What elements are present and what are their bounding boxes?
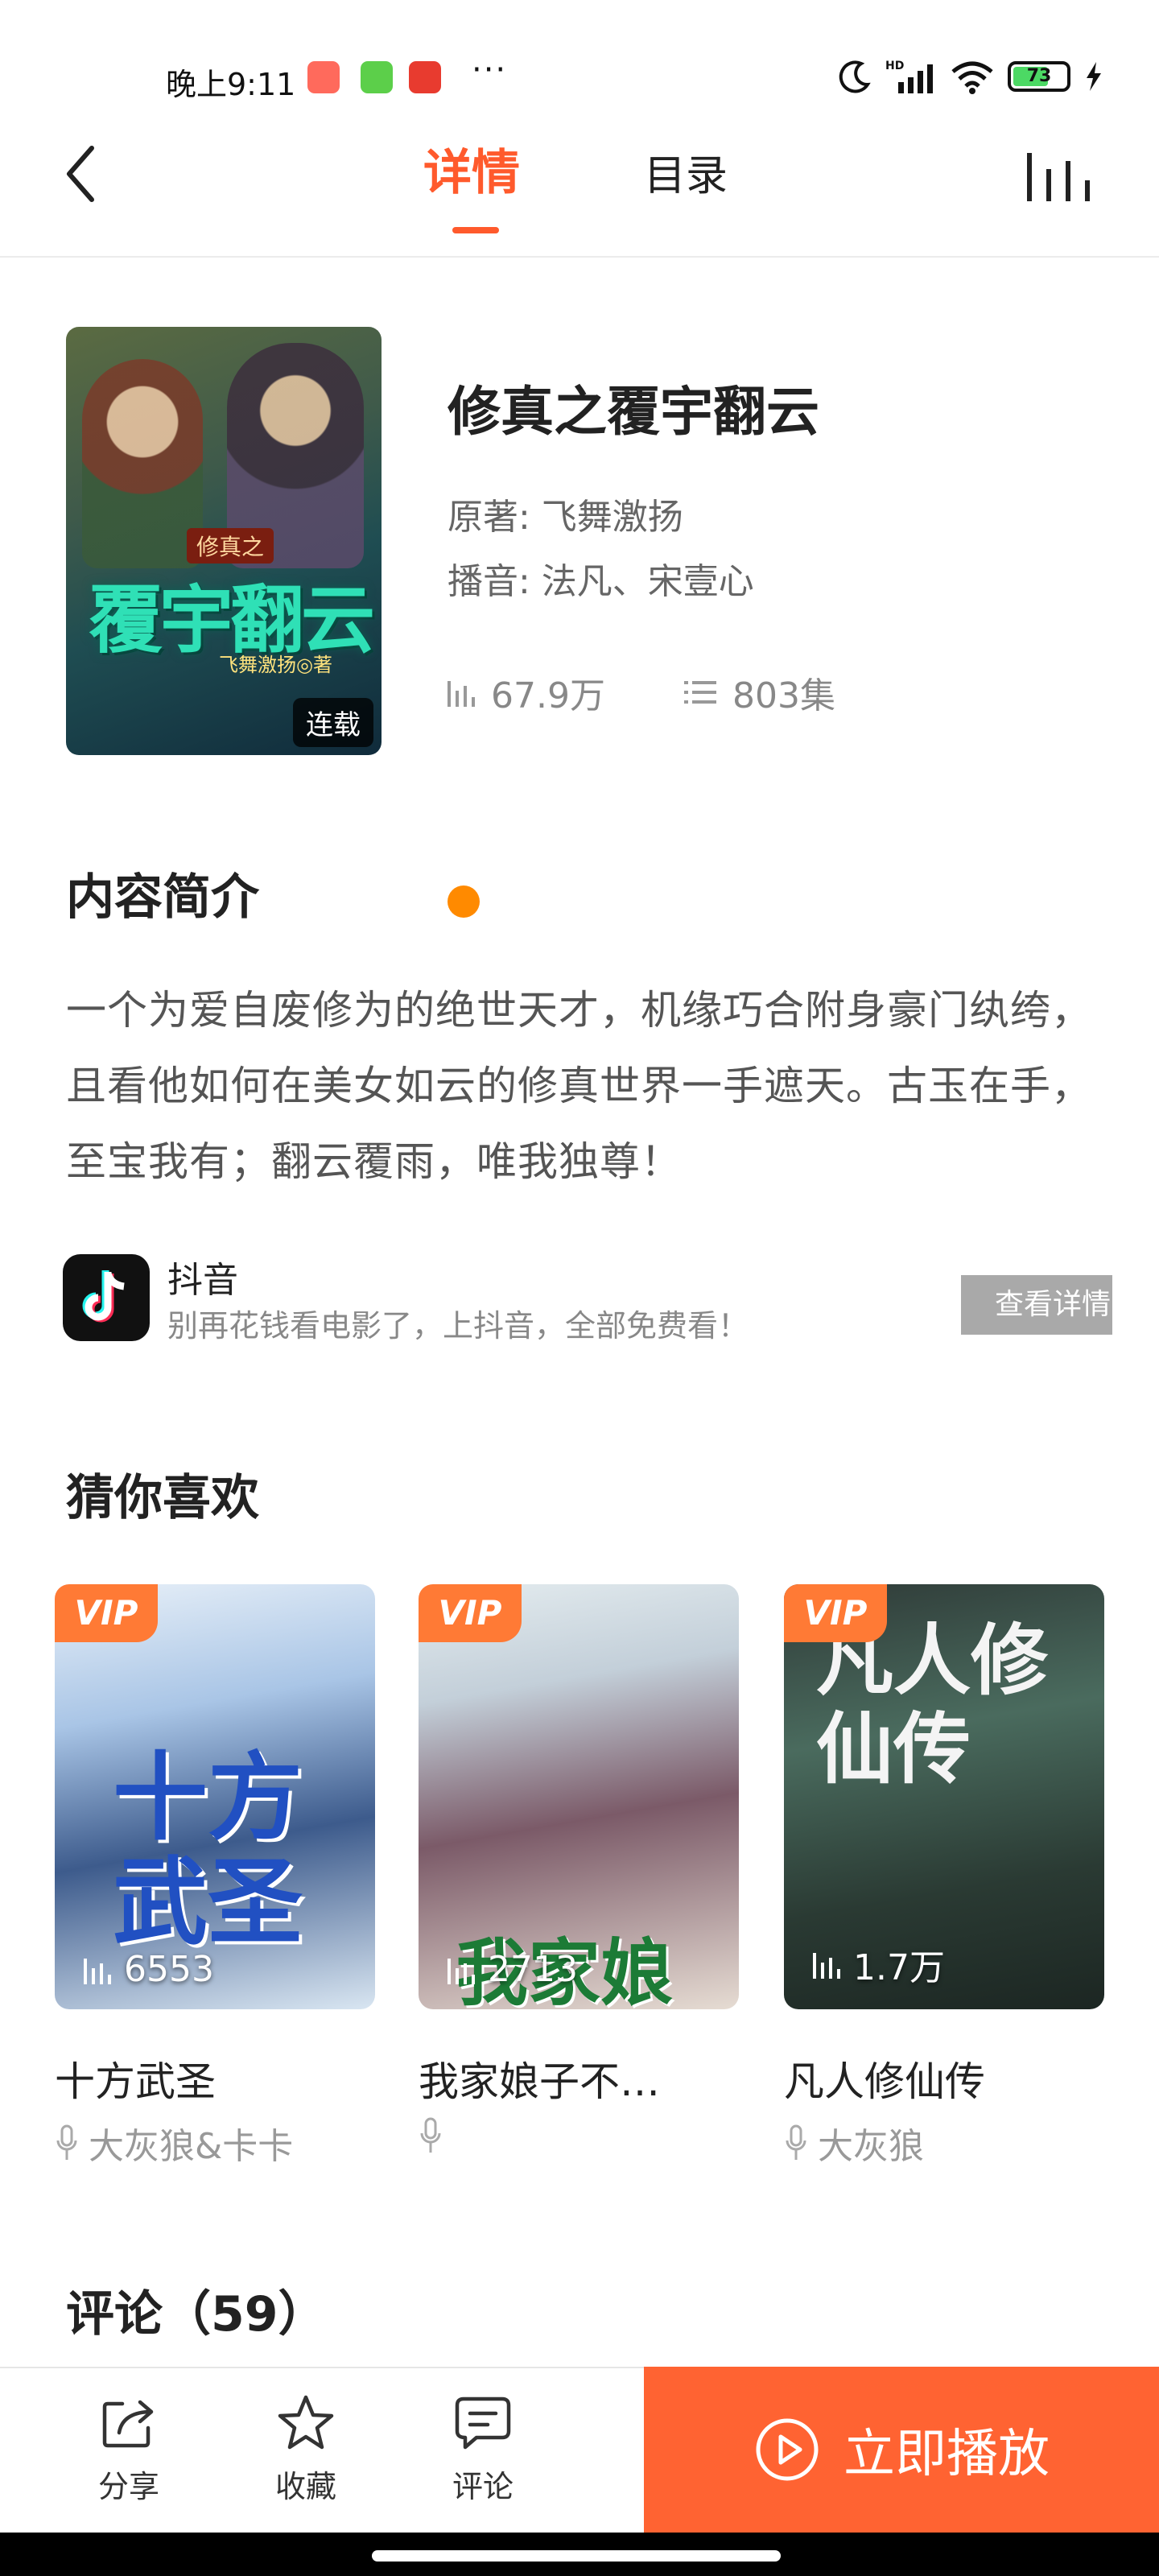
microphone-icon xyxy=(56,2124,77,2160)
ad-title[interactable]: 抖音 xyxy=(167,1251,238,1302)
play-count: 67.9万 xyxy=(444,667,605,718)
recommendation-plays: 6553 xyxy=(80,1949,214,1990)
cover-author: 飞舞激扬◎著 xyxy=(219,654,332,676)
comment-button[interactable]: 评论 xyxy=(427,2392,539,2506)
play-now-button[interactable]: 立即播放 xyxy=(644,2367,1159,2533)
recommendation-title[interactable]: 十方武圣 xyxy=(55,2050,216,2107)
playing-bars-icon[interactable] xyxy=(1022,145,1095,203)
book-app-icon xyxy=(307,61,340,93)
recommendation-cover[interactable]: 凡人修仙传 VIP 1.7万 xyxy=(784,1584,1104,2009)
moon-icon xyxy=(839,60,871,93)
serial-badge: 连载 xyxy=(293,698,373,747)
home-indicator[interactable] xyxy=(372,2550,781,2562)
vip-badge: VIP xyxy=(55,1584,158,1642)
list-icon xyxy=(684,681,716,704)
back-icon[interactable] xyxy=(58,142,106,206)
play-now-label: 立即播放 xyxy=(843,2425,1050,2484)
comment-icon xyxy=(455,2396,511,2450)
battery-level: 73 xyxy=(1026,66,1052,86)
narrator-name: 大灰狼&卡卡 xyxy=(89,2126,294,2167)
episode-count-value: 803集 xyxy=(732,675,835,716)
recommendation-narrator: 大灰狼 xyxy=(784,2117,924,2169)
microphone-icon xyxy=(420,2117,441,2153)
share-button[interactable]: 分享 xyxy=(72,2392,185,2506)
svg-text:HD: HD xyxy=(885,60,904,72)
favorite-button[interactable]: 收藏 xyxy=(250,2392,362,2506)
active-tab-indicator xyxy=(452,227,499,233)
microphone-icon xyxy=(786,2124,806,2160)
episode-count: 803集 xyxy=(683,667,835,718)
play-circle-icon xyxy=(756,2418,819,2481)
status-time: 晚上9:11 xyxy=(166,67,296,102)
tab-toc[interactable]: 目录 xyxy=(644,142,728,202)
cover-title: 十方武圣 xyxy=(113,1741,303,1958)
recommendation-plays: 1.7万 xyxy=(810,1938,945,1990)
plays-value: 2713 xyxy=(488,1949,578,1990)
share-label: 分享 xyxy=(97,2469,159,2504)
narrator-name: 大灰狼 xyxy=(818,2126,924,2167)
book-cover[interactable]: 修真之 覆宇翻云 飞舞激扬◎著 连载 xyxy=(66,327,382,755)
recommendation-title[interactable]: 我家娘子不… xyxy=(419,2050,660,2107)
status-bar: 晚上9:11 ··· HD 73 xyxy=(0,0,1159,129)
cover-title: 凡人修仙传 xyxy=(816,1615,1048,1794)
douyin-logo-icon[interactable] xyxy=(63,1254,150,1341)
intro-heading: 内容简介 xyxy=(66,869,259,926)
status-indicators: HD 73 xyxy=(837,56,1104,97)
comment-label: 评论 xyxy=(452,2469,514,2504)
play-count-value: 67.9万 xyxy=(491,675,605,716)
recommendation-title[interactable]: 凡人修仙传 xyxy=(784,2050,985,2107)
vip-badge: VIP xyxy=(419,1584,522,1642)
recommendation-narrator xyxy=(419,2117,452,2154)
book-author: 原著: 飞舞激扬 xyxy=(448,497,683,538)
plays-icon xyxy=(448,681,475,707)
more-notifications-icon: ··· xyxy=(472,52,508,89)
top-nav-bar xyxy=(0,129,1159,258)
share-icon xyxy=(102,2400,154,2448)
charging-icon xyxy=(1087,62,1101,91)
plays-value: 1.7万 xyxy=(853,1947,945,1988)
wifi-icon xyxy=(951,61,993,94)
signal-icon: HD xyxy=(885,60,933,93)
cover-figure-left xyxy=(82,359,203,568)
tab-detail[interactable]: 详情 xyxy=(423,134,520,204)
intro-text: 一个为爱自废修为的绝世天才，机缘巧合附身豪门纨绔，且看他如何在美女如云的修真世界… xyxy=(66,987,1092,1185)
intro-indicator-dot xyxy=(448,886,480,918)
recommendation-card[interactable]: 我家娘子 VIP 2713 我家娘子不… xyxy=(419,1584,739,2153)
plays-icon xyxy=(813,1953,840,1979)
favorite-label: 收藏 xyxy=(274,2469,336,2504)
vip-badge: VIP xyxy=(784,1584,887,1642)
star-icon xyxy=(278,2395,334,2450)
recommendation-cover[interactable]: 我家娘子 VIP 2713 xyxy=(419,1584,739,2009)
comments-heading: 评论（59） xyxy=(66,2286,327,2343)
android-app-icon xyxy=(361,61,393,93)
battery-icon: 73 xyxy=(1008,61,1070,92)
recommendation-cover[interactable]: 十方武圣 VIP 6553 xyxy=(55,1584,375,2009)
recommendation-narrator: 大灰狼&卡卡 xyxy=(55,2117,293,2169)
book-narrator: 播音: 法凡、宋壹心 xyxy=(448,561,754,602)
cover-subtitle: 修真之 xyxy=(187,528,274,564)
recommendation-card[interactable]: 凡人修仙传 VIP 1.7万 凡人修仙传 大灰狼 xyxy=(784,1584,1104,2167)
book-title: 修真之覆宇翻云 xyxy=(448,381,819,443)
recommendations-heading: 猜你喜欢 xyxy=(66,1470,259,1526)
plays-value: 6553 xyxy=(124,1949,214,1990)
ad-details-button[interactable]: 查看详情 xyxy=(961,1275,1112,1335)
recommendation-plays: 2713 xyxy=(444,1949,578,1990)
plays-icon xyxy=(448,1958,475,1984)
ad-description[interactable]: 别再花钱看电影了，上抖音，全部免费看！ xyxy=(167,1301,749,1345)
plays-icon xyxy=(84,1958,111,1984)
bear-app-icon xyxy=(409,61,441,93)
recommendation-card[interactable]: 十方武圣 VIP 6553 十方武圣 大灰狼&卡卡 xyxy=(55,1584,375,2167)
